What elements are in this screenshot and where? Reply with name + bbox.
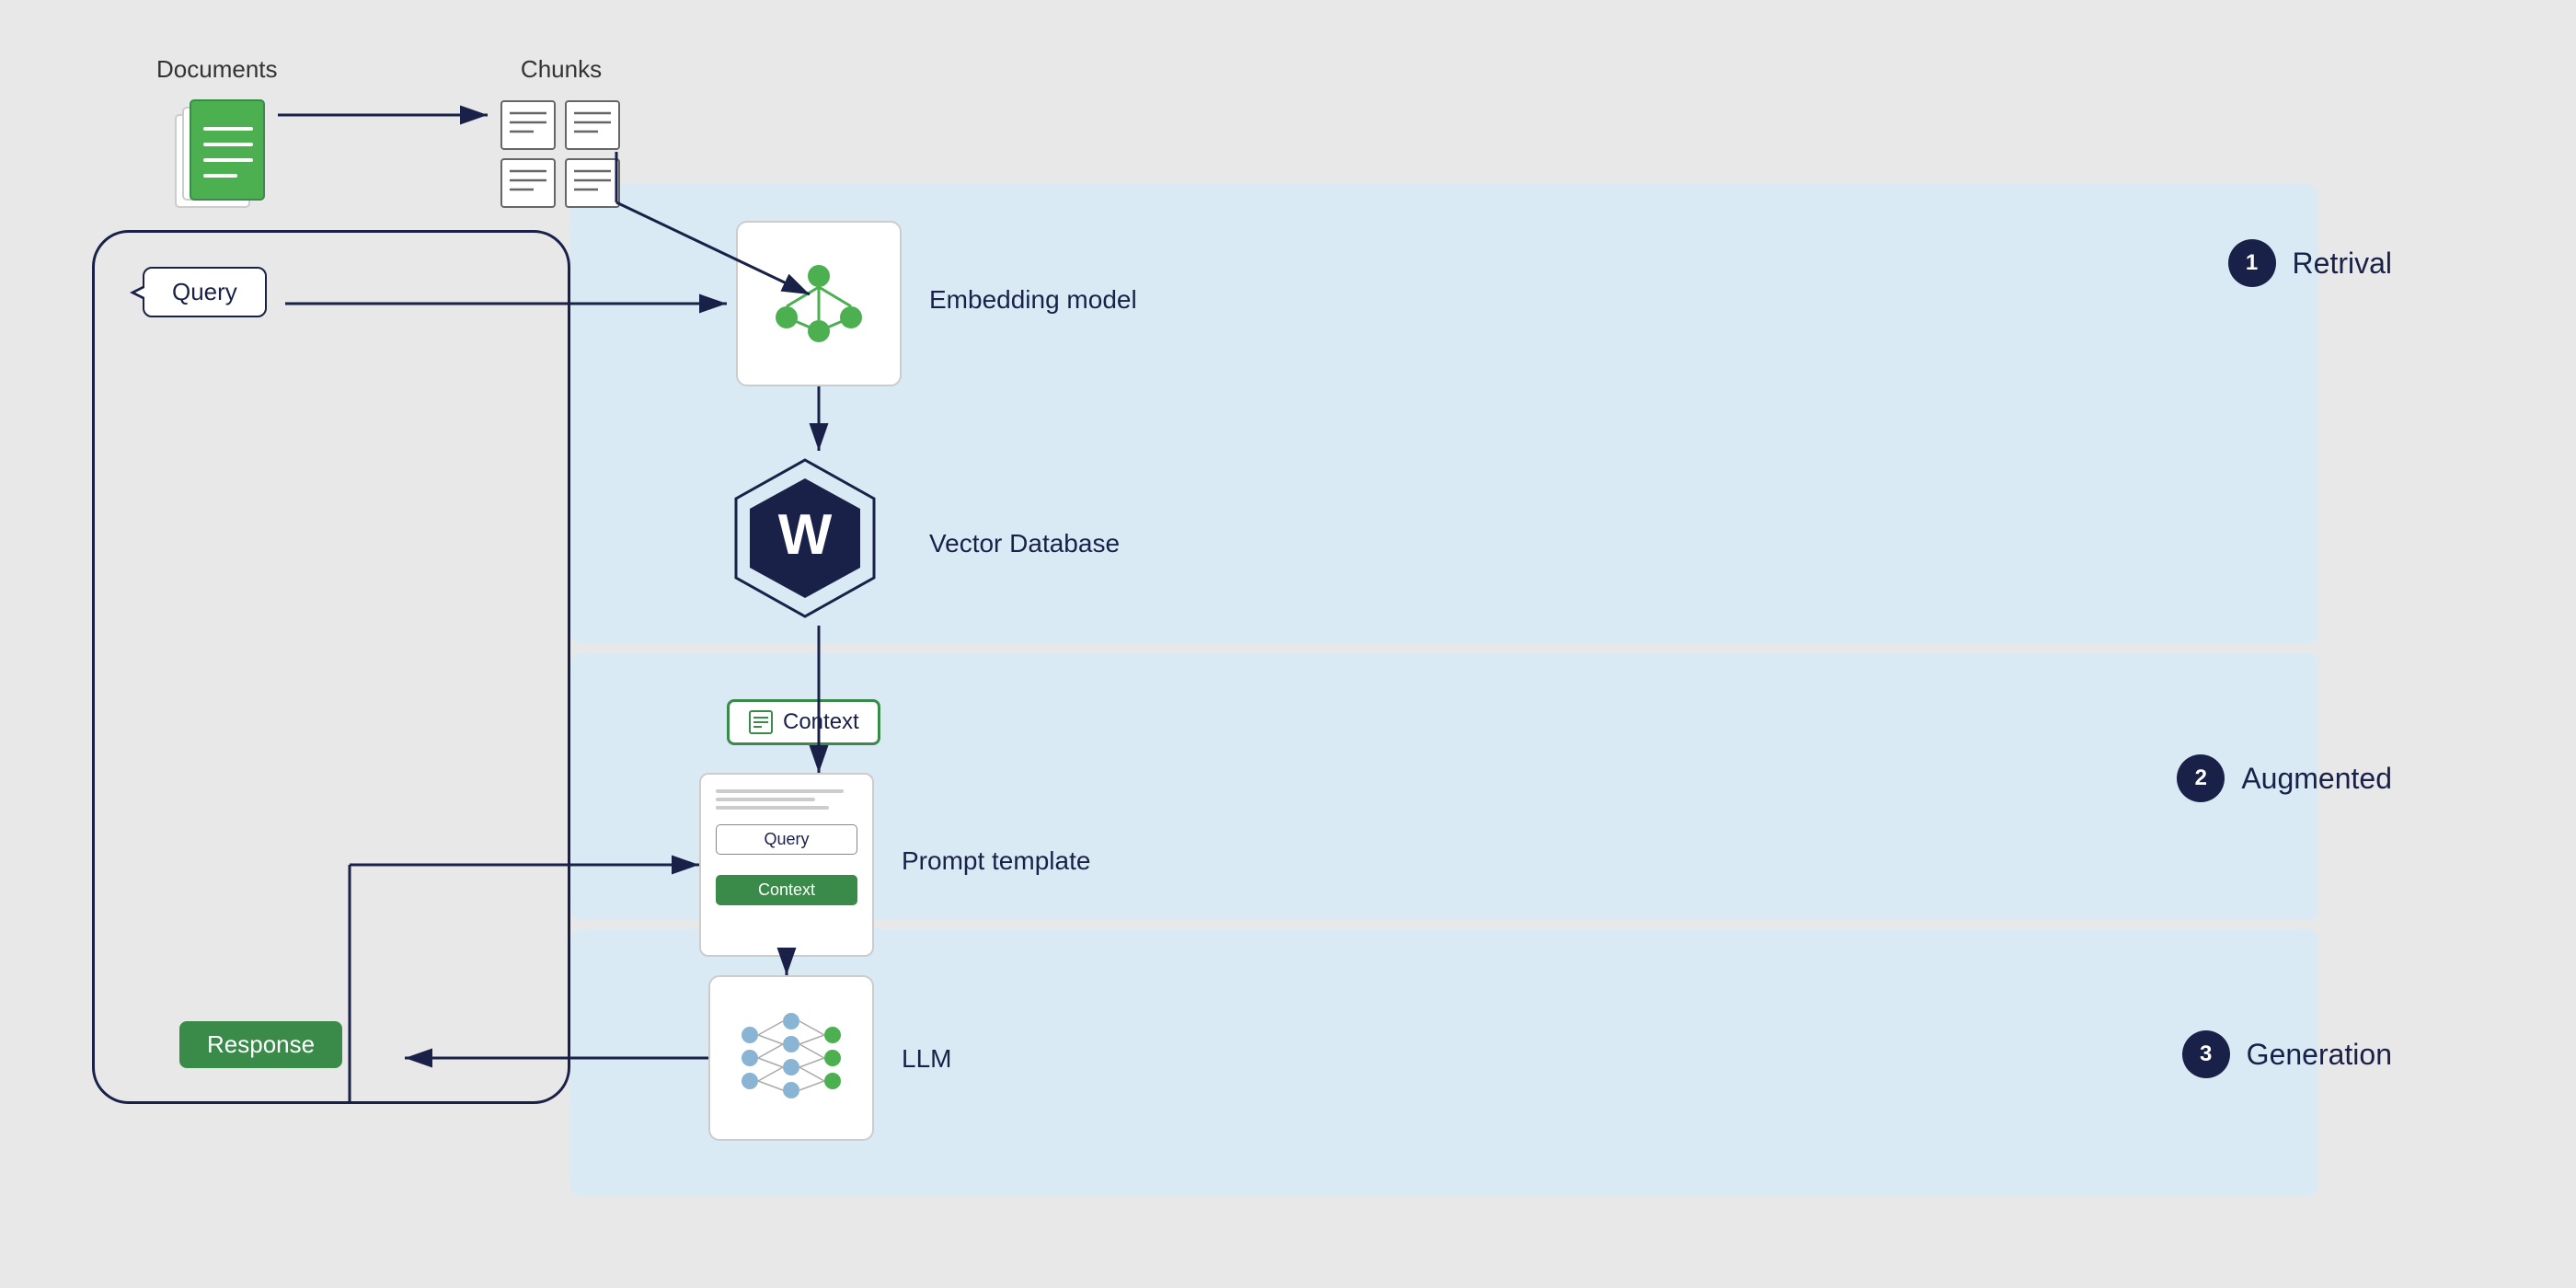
query-bubble-box: Query [143, 267, 267, 317]
label-text-retrival: Retrival [2293, 247, 2392, 281]
prompt-query-inner: Query [716, 824, 857, 855]
llm-label: LLM [902, 1044, 951, 1074]
documents-icon [157, 97, 277, 235]
llm-box [708, 975, 874, 1141]
context-doc-icon [748, 709, 774, 735]
vector-db-container: W [727, 451, 883, 630]
query-path-box [92, 230, 570, 1104]
chunks-icon [497, 97, 626, 216]
badge-generation: 3 [2182, 1030, 2230, 1078]
embedding-model-label: Embedding model [929, 285, 1137, 315]
label-text-augmented: Augmented [2241, 762, 2392, 796]
badge-augmented: 2 [2177, 754, 2225, 802]
prompt-context-inner: Context [716, 875, 857, 905]
label-text-generation: Generation [2247, 1038, 2392, 1072]
main-container: 1 Retrival 2 Augmented 3 Generation Docu… [0, 0, 2576, 1288]
vector-db-icon: W [727, 451, 883, 626]
badge-retrival: 1 [2228, 239, 2276, 287]
embedding-model-box [736, 221, 902, 386]
context-badge-label: Context [783, 709, 859, 735]
documents-label: Documents [156, 55, 278, 84]
response-badge: Response [179, 1021, 342, 1068]
prompt-template-box: Query Context [699, 773, 874, 957]
chunks-group: Chunks [497, 55, 626, 216]
embedding-icon [764, 248, 874, 359]
label-augmented: 2 Augmented [2177, 754, 2392, 802]
prompt-template-label: Prompt template [902, 846, 1090, 876]
svg-text:W: W [778, 503, 833, 567]
label-retrival: 1 Retrival [2228, 239, 2392, 287]
label-generation: 3 Generation [2182, 1030, 2392, 1078]
documents-group: Documents [156, 55, 278, 235]
llm-icon [731, 998, 851, 1118]
query-bubble: Query [143, 267, 267, 317]
vector-db-label: Vector Database [929, 529, 1120, 558]
chunks-label: Chunks [521, 55, 602, 84]
context-badge: Context [727, 699, 880, 745]
